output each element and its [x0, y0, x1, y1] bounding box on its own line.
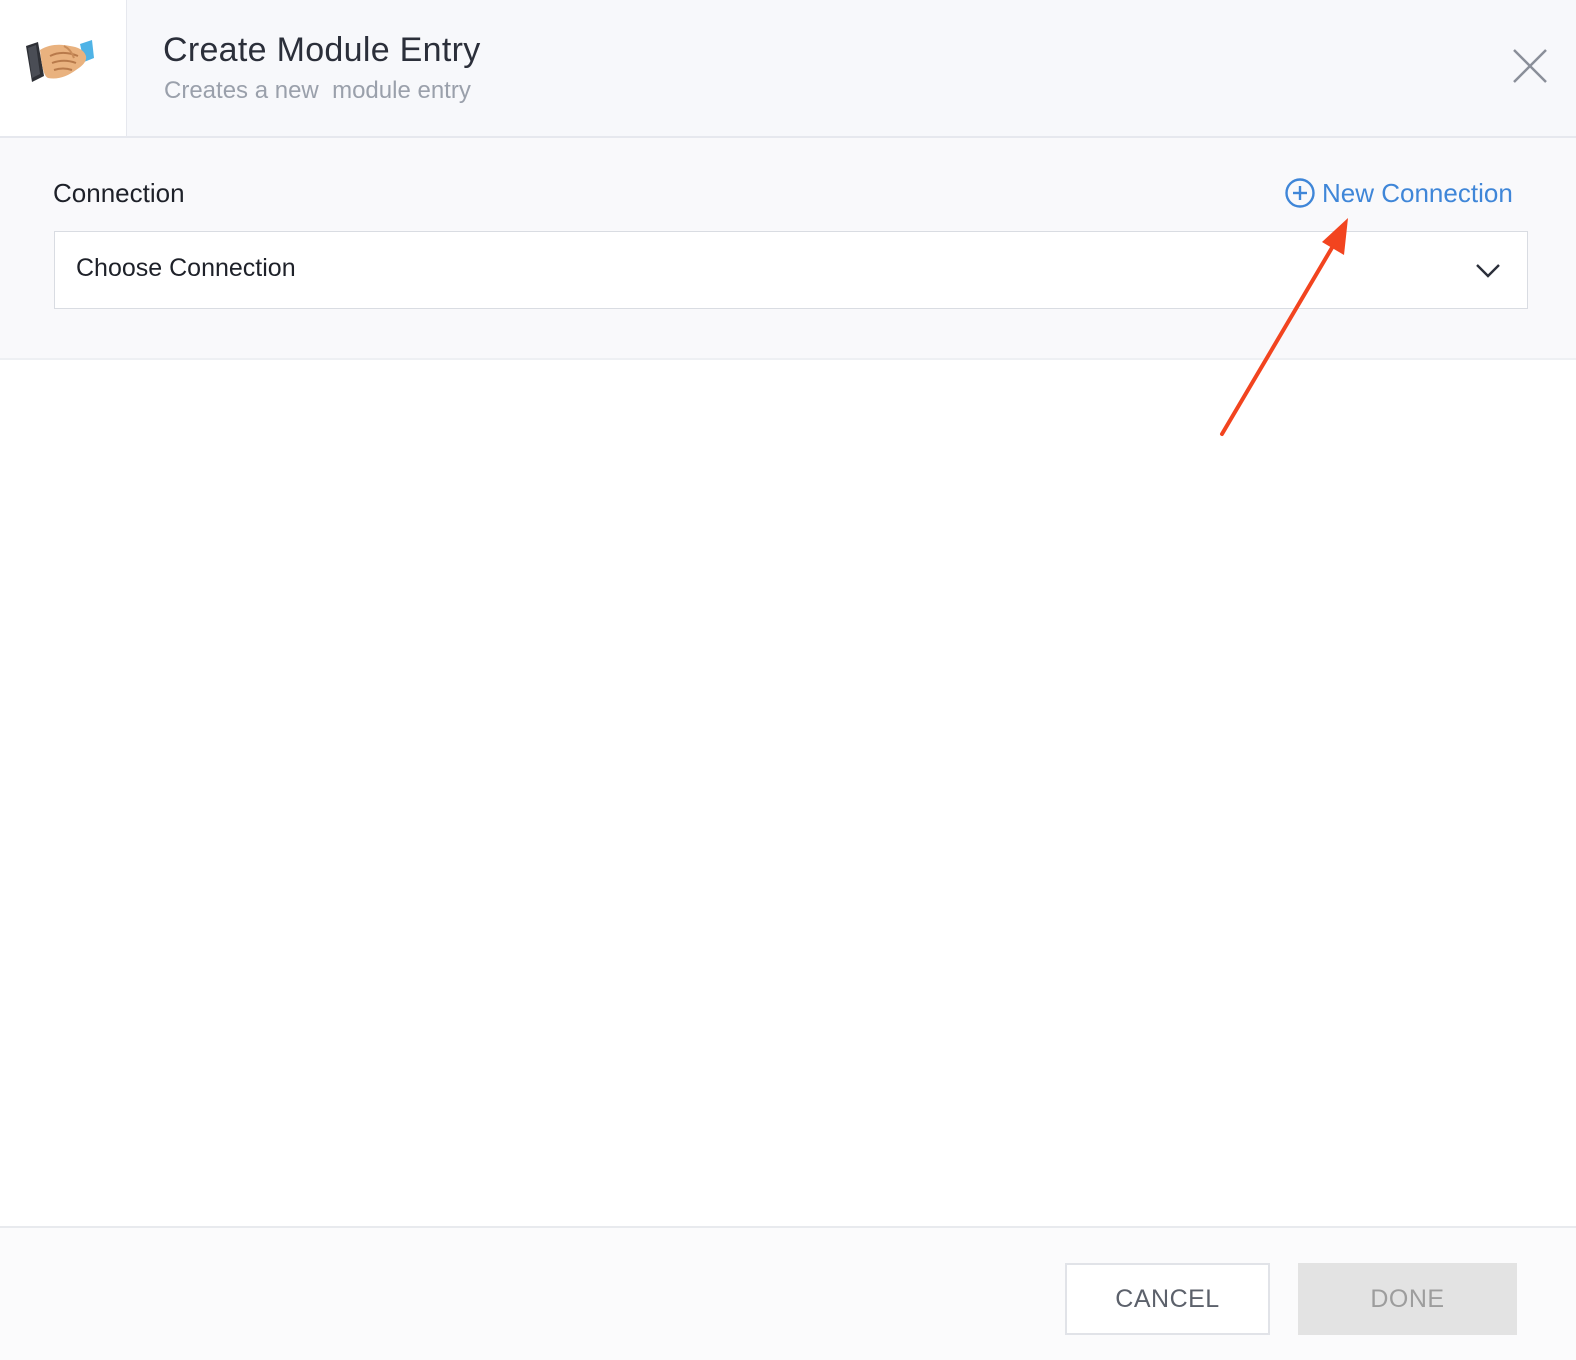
chevron-down-icon — [1476, 264, 1500, 278]
create-module-entry-dialog: Create Module Entry Creates a new module… — [0, 0, 1576, 1360]
handshake-icon — [26, 40, 94, 82]
plus-circle-icon — [1285, 178, 1315, 208]
connection-select-value: Choose Connection — [76, 254, 296, 282]
dialog-subtitle: Creates a new module entry — [164, 77, 471, 104]
dialog-footer: CANCEL DONE — [0, 1226, 1576, 1360]
close-icon — [1513, 49, 1547, 83]
done-button[interactable]: DONE — [1298, 1263, 1517, 1335]
dialog-header: Create Module Entry Creates a new module… — [0, 0, 1576, 138]
dialog-title: Create Module Entry — [163, 31, 481, 69]
connection-label: Connection — [53, 178, 185, 208]
new-connection-link[interactable]: New Connection — [1284, 176, 1513, 210]
connection-select[interactable]: Choose Connection — [54, 231, 1528, 309]
cancel-button[interactable]: CANCEL — [1065, 1263, 1270, 1335]
connection-section: Connection New Connection Choose Connect… — [0, 138, 1576, 360]
new-connection-label: New Connection — [1322, 177, 1513, 208]
close-button[interactable] — [1508, 44, 1552, 88]
app-logo — [0, 0, 127, 136]
